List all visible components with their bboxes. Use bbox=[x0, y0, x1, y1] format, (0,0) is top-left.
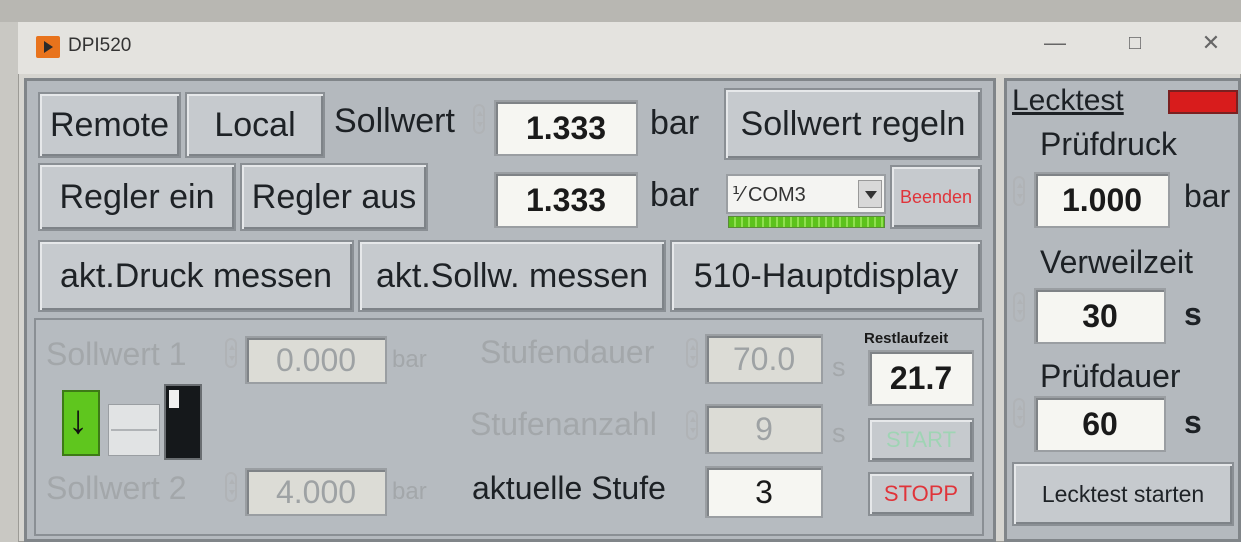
verweilzeit-stepper[interactable] bbox=[1013, 292, 1025, 322]
com-port-value: COM3 bbox=[748, 184, 806, 206]
com-port-select[interactable]: ⅟ COM3 bbox=[726, 174, 886, 214]
stufenanzahl-label: Stufenanzahl bbox=[470, 406, 657, 442]
lecktest-led bbox=[1168, 90, 1238, 114]
desktop-strip bbox=[0, 0, 1241, 22]
close-button[interactable]: ✕ bbox=[1184, 26, 1238, 62]
actual-pressure-display: 1.333 bbox=[494, 172, 638, 228]
restlaufzeit-label: Restlaufzeit bbox=[864, 330, 949, 347]
sollwert2-label: Sollwert 2 bbox=[46, 470, 187, 506]
chevron-down-icon[interactable] bbox=[858, 180, 882, 208]
stopp-button[interactable]: STOPP bbox=[868, 472, 974, 516]
local-button[interactable]: Local bbox=[185, 92, 325, 158]
sollwert1-unit: bar bbox=[392, 346, 427, 373]
stufendauer-input[interactable]: 70.0 bbox=[705, 334, 823, 384]
stufendauer-stepper[interactable] bbox=[686, 338, 698, 368]
akt-druck-messen-button[interactable]: akt.Druck messen bbox=[38, 240, 354, 312]
direction-toggle[interactable]: ↓ bbox=[62, 390, 100, 456]
pruefdruck-stepper[interactable] bbox=[1013, 176, 1025, 206]
sollwert2-input[interactable]: 4.000 bbox=[245, 468, 387, 516]
actual-pressure-unit: bar bbox=[650, 176, 700, 214]
lecktest-starten-button[interactable]: Lecktest starten bbox=[1012, 462, 1234, 526]
arrow-down-icon: ↓ bbox=[68, 398, 88, 442]
com-port-icon: ⅟ bbox=[732, 184, 744, 206]
verweilzeit-unit: s bbox=[1184, 296, 1202, 332]
sollwert-input[interactable]: 1.333 bbox=[494, 100, 638, 156]
stufenanzahl-stepper[interactable] bbox=[686, 410, 698, 440]
aktuelle-stufe-label: aktuelle Stufe bbox=[472, 470, 666, 506]
pruefdauer-unit: s bbox=[1184, 404, 1202, 440]
pruefdruck-label: Prüfdruck bbox=[1040, 126, 1177, 162]
com-activity-bar bbox=[728, 216, 885, 228]
beenden-button[interactable]: Beenden bbox=[890, 165, 982, 229]
start-button[interactable]: START bbox=[868, 418, 974, 462]
restlaufzeit-display: 21.7 bbox=[868, 350, 974, 406]
sollwert2-unit: bar bbox=[392, 478, 427, 505]
pruefdruck-unit: bar bbox=[1184, 178, 1231, 214]
stufendauer-label: Stufendauer bbox=[480, 334, 655, 370]
verweilzeit-input[interactable]: 30 bbox=[1034, 288, 1166, 344]
stufendauer-unit: s bbox=[832, 352, 846, 382]
window-title: DPI520 bbox=[68, 35, 132, 56]
regler-aus-button[interactable]: Regler aus bbox=[240, 163, 428, 231]
remote-button[interactable]: Remote bbox=[38, 92, 181, 158]
sollwert-unit: bar bbox=[650, 104, 700, 142]
stufenanzahl-unit: s bbox=[832, 418, 846, 448]
sollwert1-stepper[interactable] bbox=[225, 338, 237, 368]
sollwert1-label: Sollwert 1 bbox=[46, 336, 187, 372]
mode-switch-track[interactable] bbox=[108, 404, 160, 456]
mode-switch-indicator[interactable] bbox=[164, 384, 202, 460]
sollwert2-stepper[interactable] bbox=[225, 472, 237, 502]
pruefdauer-stepper[interactable] bbox=[1013, 398, 1025, 428]
pruefdauer-input[interactable]: 60 bbox=[1034, 396, 1166, 452]
sollwert1-input[interactable]: 0.000 bbox=[245, 336, 387, 384]
minimize-button[interactable]: — bbox=[1028, 26, 1082, 62]
sollwert-stepper[interactable] bbox=[473, 104, 485, 134]
pruefdauer-label: Prüfdauer bbox=[1040, 358, 1181, 394]
stufenanzahl-input[interactable]: 9 bbox=[705, 404, 823, 454]
pruefdruck-input[interactable]: 1.000 bbox=[1034, 172, 1170, 228]
verweilzeit-label: Verweilzeit bbox=[1040, 244, 1193, 280]
lecktest-title: Lecktest bbox=[1012, 84, 1124, 117]
sollwert-label: Sollwert bbox=[334, 102, 455, 140]
app-icon bbox=[36, 36, 60, 58]
akt-sollw-messen-button[interactable]: akt.Sollw. messen bbox=[358, 240, 666, 312]
hauptdisplay-button[interactable]: 510-Hauptdisplay bbox=[670, 240, 982, 312]
aktuelle-stufe-display: 3 bbox=[705, 466, 823, 518]
sollwert-regeln-button[interactable]: Sollwert regeln bbox=[724, 88, 982, 160]
maximize-button[interactable]: □ bbox=[1108, 26, 1162, 62]
regler-ein-button[interactable]: Regler ein bbox=[38, 163, 236, 231]
